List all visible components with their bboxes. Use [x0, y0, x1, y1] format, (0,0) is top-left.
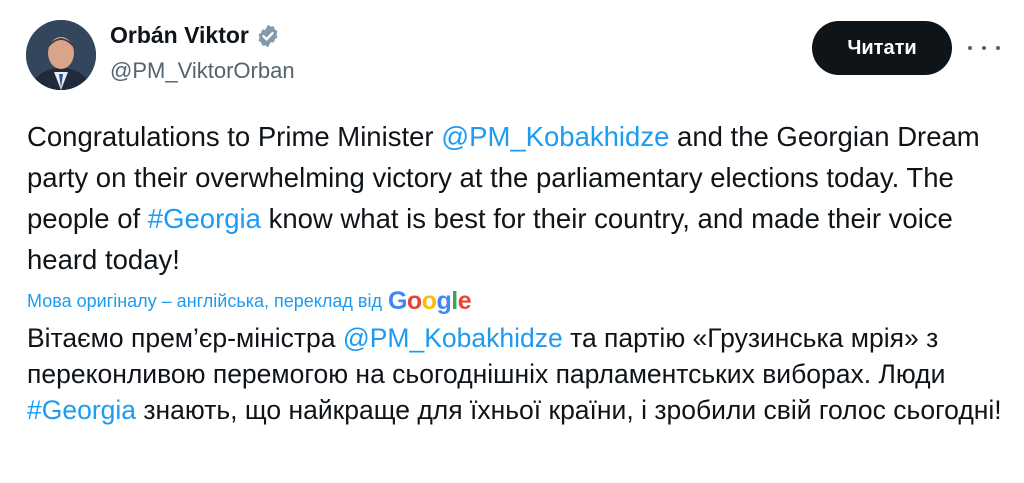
author-name[interactable]: Orbán Viktor — [110, 22, 249, 49]
translated-text-segment: Вітаємо прем’єр-міністра — [27, 323, 343, 353]
verified-badge-icon — [258, 24, 278, 47]
dot — [982, 46, 986, 50]
tweet-text-segment: Congratulations to Prime Minister — [27, 121, 442, 152]
mention-link[interactable]: @PM_Kobakhidze — [343, 323, 563, 353]
author-name-row: Orbán Viktor — [110, 22, 281, 49]
avatar-image — [26, 20, 96, 90]
dot — [996, 46, 1000, 50]
translated-text: Вітаємо прем’єр-міністра @PM_Kobakhidze … — [27, 320, 1017, 428]
tweet-text: Congratulations to Prime Minister @PM_Ko… — [27, 116, 987, 280]
translated-text-segment: знають, що найкраще для їхньої країни, і… — [136, 395, 1002, 425]
more-options-icon[interactable] — [968, 35, 1000, 61]
read-button[interactable]: Читати — [812, 21, 952, 75]
google-logo: Google — [387, 287, 472, 315]
mention-link[interactable]: @PM_Kobakhidze — [441, 121, 669, 152]
translation-note-text: Мова оригіналу – англійська, переклад ві… — [27, 291, 382, 311]
author-handle[interactable]: @PM_ViktorOrban — [110, 58, 295, 84]
hashtag-link[interactable]: #Georgia — [148, 203, 261, 234]
avatar[interactable] — [26, 20, 96, 90]
hashtag-link[interactable]: #Georgia — [27, 395, 136, 425]
translation-note[interactable]: Мова оригіналу – англійська, переклад ві… — [27, 287, 472, 316]
dot — [968, 46, 972, 50]
